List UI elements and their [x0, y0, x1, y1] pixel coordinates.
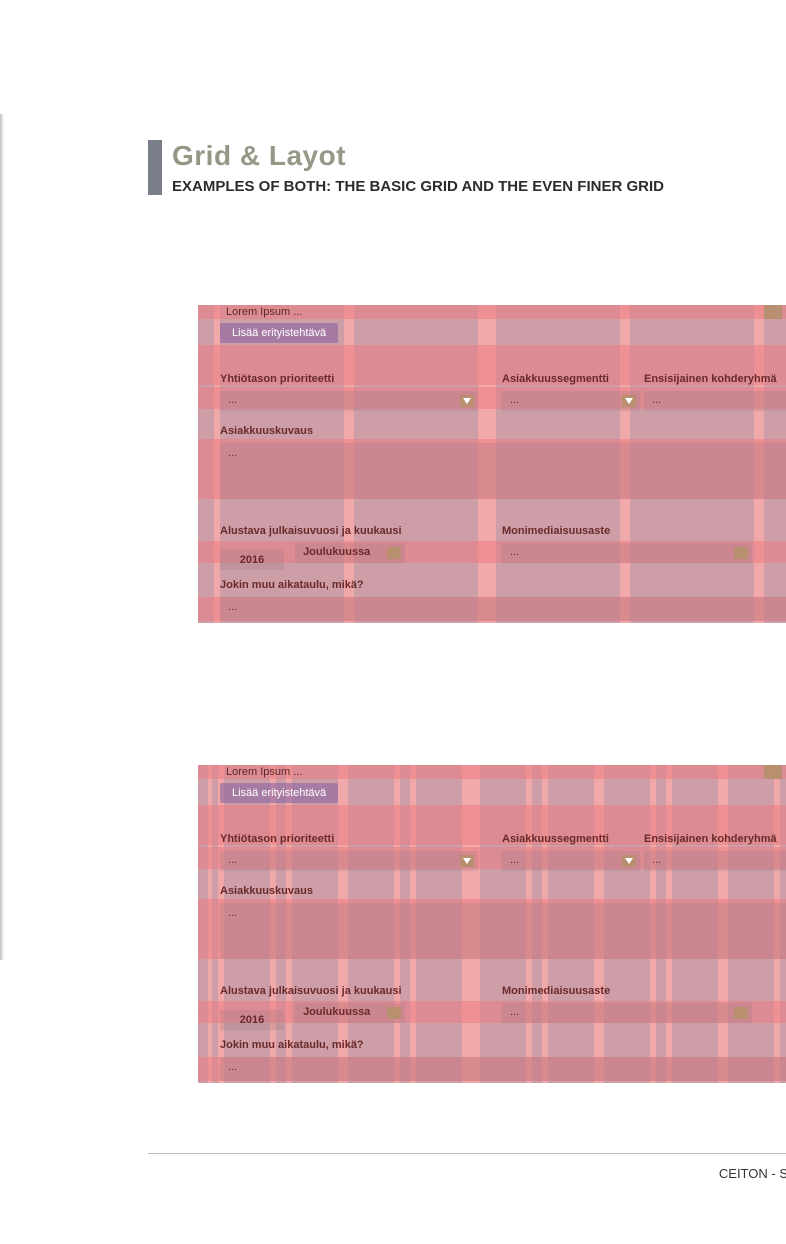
dropdown-priority[interactable]: ...	[220, 391, 478, 411]
dropdown-multimedia[interactable]: ...	[502, 543, 752, 563]
label-description: Asiakkuuskuvaus	[220, 885, 313, 897]
chevron-down-icon	[460, 855, 474, 867]
title-accent-bar	[148, 140, 162, 195]
chevron-down-icon	[622, 395, 636, 407]
dropdown-month[interactable]: Joulukuussa	[295, 543, 405, 563]
label-target: Ensisijainen kohderyhmä	[644, 833, 786, 845]
add-special-task-button[interactable]: Lisää erityistehtävä	[220, 783, 338, 803]
dropdown-segment[interactable]: ...	[502, 391, 640, 411]
label-priority: Yhtiötason prioriteetti	[220, 373, 478, 385]
chevron-down-icon	[387, 1007, 401, 1019]
chevron-down-icon	[387, 547, 401, 559]
edit-icon[interactable]	[764, 305, 782, 319]
textarea-description[interactable]: ...	[220, 443, 786, 499]
label-schedule: Jokin muu aikataulu, mikä?	[220, 1039, 364, 1051]
footer-text: CEITON - S	[0, 1154, 786, 1181]
dropdown-target[interactable]: ...	[644, 851, 786, 871]
textarea-schedule[interactable]: ...	[220, 597, 786, 621]
edit-icon[interactable]	[764, 765, 782, 779]
dropdown-target[interactable]: ...	[644, 391, 786, 411]
label-multimedia: Monimediaisuusaste	[502, 985, 772, 997]
label-description: Asiakkuuskuvaus	[220, 425, 313, 437]
lorem-text: Lorem Ipsum ...	[226, 305, 302, 319]
chevron-down-icon	[734, 547, 748, 559]
label-release: Alustava julkaisuvuosi ja kuukausi	[220, 985, 478, 997]
label-multimedia: Monimediaisuusaste	[502, 525, 772, 537]
label-schedule: Jokin muu aikataulu, mikä?	[220, 579, 364, 591]
year-input[interactable]: 2016	[220, 1010, 284, 1030]
example-finer-grid: Lorem Ipsum ... Lisää erityistehtävä Yht…	[198, 765, 786, 1083]
label-release: Alustava julkaisuvuosi ja kuukausi	[220, 525, 478, 537]
dropdown-segment[interactable]: ...	[502, 851, 640, 871]
chevron-down-icon	[734, 1007, 748, 1019]
page-title: Grid & Layot	[172, 140, 664, 172]
chevron-down-icon	[622, 855, 636, 867]
page-subtitle: EXAMPLES OF BOTH: THE BASIC GRID AND THE…	[172, 178, 664, 195]
label-segment: Asiakkuussegmentti	[502, 833, 640, 845]
example-basic-grid: Lorem Ipsum ... Lisää erityistehtävä Yht…	[198, 305, 786, 623]
add-special-task-button[interactable]: Lisää erityistehtävä	[220, 323, 338, 343]
lorem-text: Lorem Ipsum ...	[226, 765, 302, 779]
label-segment: Asiakkuussegmentti	[502, 373, 640, 385]
title-block: Grid & Layot EXAMPLES OF BOTH: THE BASIC…	[148, 140, 786, 195]
dropdown-month[interactable]: Joulukuussa	[295, 1003, 405, 1023]
year-input[interactable]: 2016	[220, 550, 284, 570]
textarea-schedule[interactable]: ...	[220, 1057, 786, 1081]
dropdown-priority[interactable]: ...	[220, 851, 478, 871]
label-target: Ensisijainen kohderyhmä	[644, 373, 786, 385]
textarea-description[interactable]: ...	[220, 903, 786, 959]
dropdown-multimedia[interactable]: ...	[502, 1003, 752, 1023]
chevron-down-icon	[460, 395, 474, 407]
label-priority: Yhtiötason prioriteetti	[220, 833, 478, 845]
